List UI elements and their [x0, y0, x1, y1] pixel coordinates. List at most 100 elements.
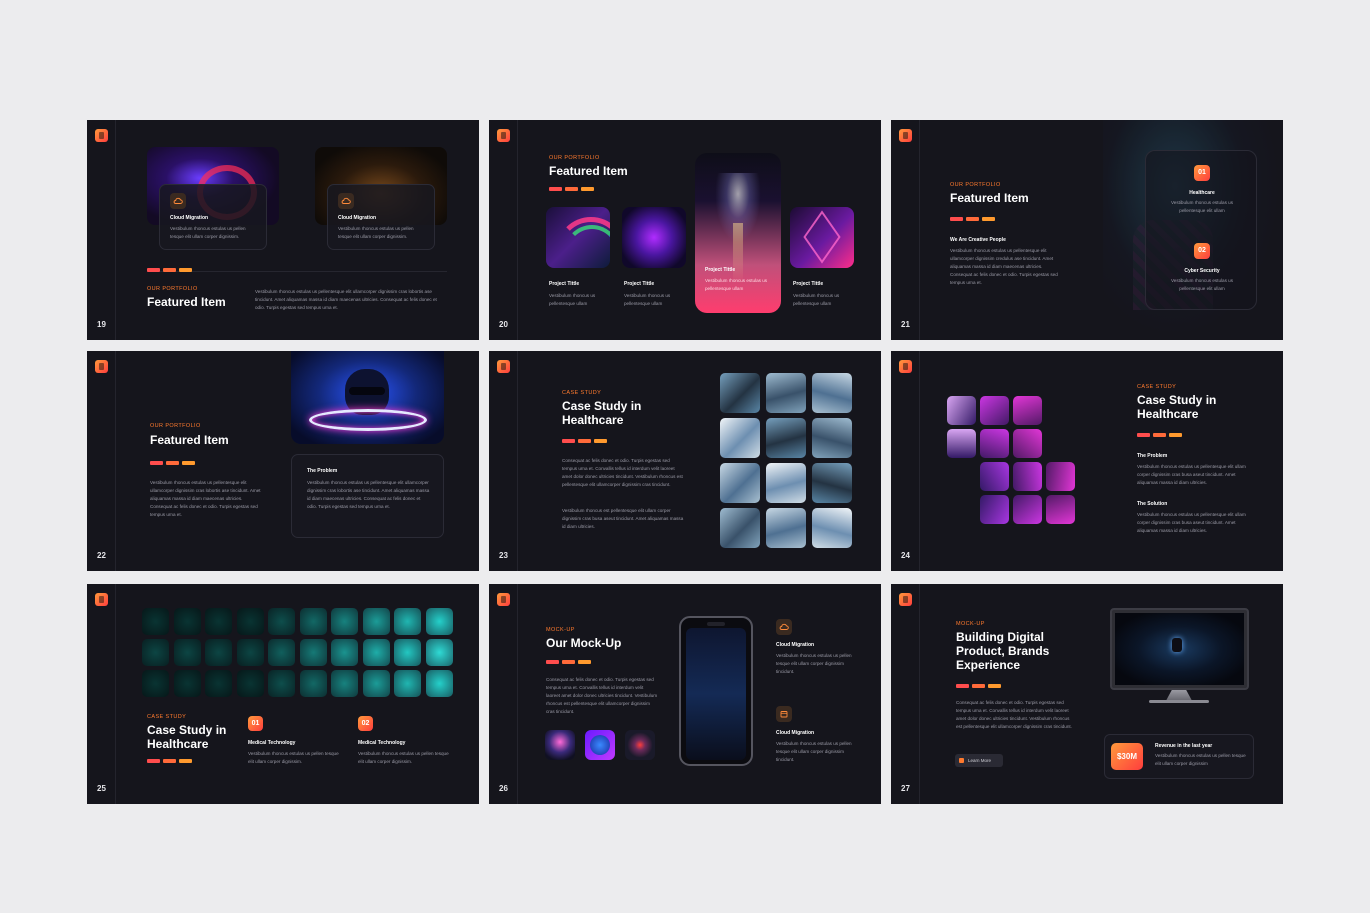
monitor-stand: [1166, 690, 1192, 700]
item-badge: 02: [358, 716, 373, 731]
slide-body: Consequat ac felis donec et odio. Turpis…: [562, 458, 683, 488]
card-text: Vestibulum rhoncus estulas us pellen tes…: [170, 226, 246, 240]
accent-bars: [950, 217, 995, 221]
item-text: Vestibulum rhoncus estulas us pellentesq…: [1170, 278, 1234, 292]
slide-25[interactable]: CASE STUDY Case Study in Healthcare 01 M…: [87, 584, 479, 804]
revenue-card: $30M Revenue in the last year Vestibulum…: [1104, 734, 1254, 779]
accent-bars: [546, 660, 591, 664]
eyebrow: CASE STUDY: [1137, 384, 1177, 390]
project-text: Vestibulum rhoncus us pellentesque ullam: [549, 293, 596, 307]
button-icon: [959, 758, 964, 763]
eyebrow: OUR PORTFOLIO: [549, 155, 600, 161]
slide-number: 22: [97, 551, 106, 560]
slide-22[interactable]: OUR PORTFOLIO Featured Item Vestibulum r…: [87, 351, 479, 571]
item-text: Vestibulum rhoncus estulas us pellen tes…: [248, 751, 339, 765]
brand-logo-icon: [95, 360, 108, 373]
image-tile: [362, 608, 390, 635]
stat-title: Revenue in the last year: [1155, 743, 1213, 749]
image-tile: [205, 670, 232, 697]
image-tile: [236, 670, 264, 697]
slide-rail: [115, 120, 116, 340]
project-photo: [622, 207, 686, 268]
image-tile: [720, 418, 760, 458]
slide-number: 27: [901, 784, 910, 793]
image-tile: [362, 670, 390, 697]
feature-card: Cloud Migration Vestibulum rhoncus estul…: [327, 184, 435, 250]
stat-text: Vestibulum rhoncus estulas us pellen tes…: [1155, 753, 1246, 767]
project-text: Vestibulum rhoncus estulas us pellentesq…: [705, 278, 768, 292]
cloud-icon: [776, 619, 792, 635]
eyebrow: OUR PORTFOLIO: [950, 182, 1001, 188]
image-tile: [173, 670, 201, 697]
item-title: Healthcare: [1189, 190, 1215, 196]
image-tile: [720, 373, 760, 413]
image-tile: [331, 608, 358, 635]
image-tile: [812, 463, 852, 503]
slide-20[interactable]: OUR PORTFOLIO Featured Item Project Titt…: [489, 120, 881, 340]
image-tile: [425, 608, 453, 635]
calendar-icon: [776, 706, 792, 722]
slide-23[interactable]: CASE STUDY Case Study in Healthcare Cons…: [489, 351, 881, 571]
slide-number: 20: [499, 320, 508, 329]
slide-24[interactable]: CASE STUDY Case Study in Healthcare The …: [891, 351, 1283, 571]
purple-plant-tile-grid: [947, 396, 1081, 526]
image-tile: [947, 429, 976, 458]
slide-rail: [919, 351, 920, 571]
eyebrow: MOCK-UP: [546, 627, 575, 633]
featured-project-card[interactable]: Project Tittle Vestibulum rhoncus estula…: [695, 153, 781, 313]
image-tile: [1013, 462, 1042, 491]
project-photo: [790, 207, 854, 268]
brand-logo-icon: [95, 129, 108, 142]
slide-21[interactable]: OUR PORTFOLIO Featured Item We Are Creat…: [891, 120, 1283, 340]
eyebrow: OUR PORTFOLIO: [150, 423, 201, 429]
section-heading: The Solution: [1137, 501, 1168, 507]
eyebrow: OUR PORTFOLIO: [147, 286, 198, 292]
slide-number: 21: [901, 320, 910, 329]
item-title: Cyber Security: [1184, 268, 1220, 274]
brand-logo-icon: [95, 593, 108, 606]
image-tile: [812, 418, 852, 458]
slide-body: Vestibulum rhoncus estulas us pellentesq…: [950, 248, 1058, 286]
slide-number: 23: [499, 551, 508, 560]
image-tile: [299, 639, 327, 666]
brand-logo-icon: [899, 129, 912, 142]
slide-title: Featured Item: [549, 164, 628, 178]
problem-card: The Problem Vestibulum rhoncus estulas u…: [291, 454, 444, 538]
project-photo: [546, 207, 610, 268]
item-title: Cloud Migration: [776, 730, 815, 736]
slide-title: Our Mock-Up: [546, 636, 622, 650]
services-card: 01 Healthcare Vestibulum rhoncus estulas…: [1145, 150, 1257, 310]
slide-19[interactable]: Cloud Migration Vestibulum rhoncus estul…: [87, 120, 479, 340]
card-title: Cloud Migration: [338, 215, 377, 221]
project-title: Project Tittle: [624, 281, 655, 287]
slide-rail: [517, 351, 518, 571]
slide-number: 19: [97, 320, 106, 329]
image-tile: [205, 639, 232, 666]
section-text: Vestibulum rhoncus estulas us pellentesq…: [1137, 464, 1246, 486]
staircase-tile-grid: [720, 373, 852, 549]
button-label: Learn More: [968, 758, 992, 763]
learn-more-button[interactable]: Learn More: [955, 754, 1003, 767]
slide-27[interactable]: MOCK-UP Building Digital Product, Brands…: [891, 584, 1283, 804]
image-tile: [236, 608, 264, 635]
revenue-stat: $30M: [1111, 743, 1143, 770]
image-tile: [1046, 495, 1075, 524]
item-title: Medical Technology: [248, 740, 296, 746]
image-tile: [331, 670, 358, 697]
eyebrow: CASE STUDY: [562, 390, 602, 396]
image-tile: [394, 639, 421, 666]
image-tile: [766, 373, 806, 413]
item-title: Medical Technology: [358, 740, 406, 746]
slide-26[interactable]: MOCK-UP Our Mock-Up Consequat ac felis d…: [489, 584, 881, 804]
teal-portrait-tile-grid: [142, 608, 454, 698]
image-tile: [236, 639, 264, 666]
project-title: Project Tittle: [549, 281, 580, 287]
cloud-icon: [170, 193, 186, 209]
image-tile: [142, 670, 169, 697]
slide-rail: [115, 584, 116, 804]
image-tile: [766, 463, 806, 503]
card-text: Vestibulum rhoncus estulas us pellen tes…: [338, 226, 414, 240]
accent-bars: [147, 759, 192, 763]
slide-body: Vestibulum rhoncus estulas us pellentesq…: [255, 289, 437, 311]
divider: [147, 271, 447, 272]
